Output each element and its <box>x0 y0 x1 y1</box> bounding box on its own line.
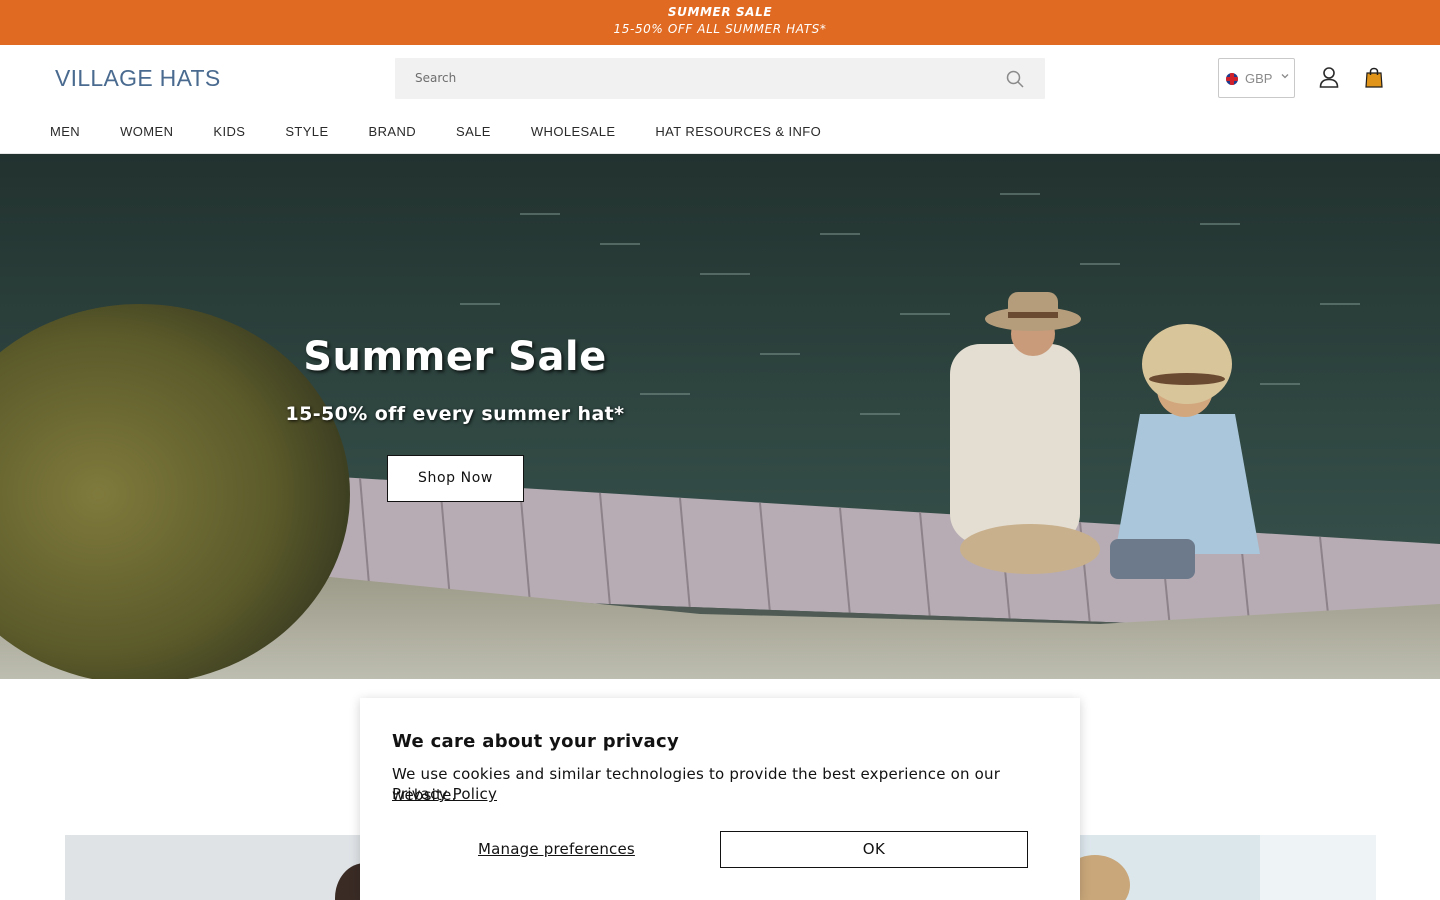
search-input[interactable]: Search <box>395 58 1045 99</box>
manage-preferences-link[interactable]: Manage preferences <box>478 840 635 858</box>
collection-image-right[interactable] <box>1080 835 1376 900</box>
hero-banner: Summer Sale 15-50% off every summer hat*… <box>0 154 1440 679</box>
nav-men[interactable]: MEN <box>50 124 80 142</box>
flag-icon <box>1226 73 1238 85</box>
nav-style[interactable]: STYLE <box>285 124 328 142</box>
privacy-policy-link[interactable]: Privacy Policy <box>392 785 497 803</box>
announcement-bar: SUMMER SALE 15-50% OFF ALL SUMMER HATS* <box>0 0 1440 45</box>
site-logo[interactable]: VILLAGE HATS <box>55 65 221 92</box>
sky-highlight <box>1260 835 1376 900</box>
cookie-heading: We care about your privacy <box>392 731 680 752</box>
cart-icon[interactable] <box>1363 65 1385 89</box>
hero-image <box>0 154 1440 679</box>
hero-title: Summer Sale <box>303 334 607 380</box>
nav-hat-resources[interactable]: HAT RESOURCES & INFO <box>655 124 821 142</box>
collection-image-left[interactable] <box>65 835 360 900</box>
cookie-consent-dialog: We care about your privacy We use cookie… <box>360 698 1080 900</box>
search-placeholder: Search <box>415 71 457 85</box>
nav-wholesale[interactable]: WHOLESALE <box>531 124 616 142</box>
hat-image <box>1080 855 1130 900</box>
shop-now-button[interactable]: Shop Now <box>387 455 524 502</box>
announcement-title: SUMMER SALE <box>667 5 773 19</box>
account-icon[interactable] <box>1318 66 1340 90</box>
nav-kids[interactable]: KIDS <box>213 124 245 142</box>
currency-code: GBP <box>1245 71 1273 86</box>
nav-sale[interactable]: SALE <box>456 124 491 142</box>
site-header: VILLAGE HATS Search GBP MEN WOMEN KIDS S… <box>0 45 1440 154</box>
chevron-down-icon <box>1281 74 1289 79</box>
nav-brand[interactable]: BRAND <box>369 124 417 142</box>
person-head <box>335 863 360 900</box>
main-nav: MEN WOMEN KIDS STYLE BRAND SALE WHOLESAL… <box>50 124 861 142</box>
search-icon[interactable] <box>1005 69 1025 89</box>
currency-selector[interactable]: GBP <box>1218 58 1295 98</box>
announcement-subtitle[interactable]: 15-50% OFF ALL SUMMER HATS* <box>0 22 1440 36</box>
ok-button[interactable]: OK <box>720 831 1028 868</box>
nav-women[interactable]: WOMEN <box>120 124 173 142</box>
hero-subtitle: 15-50% off every summer hat* <box>285 403 625 425</box>
